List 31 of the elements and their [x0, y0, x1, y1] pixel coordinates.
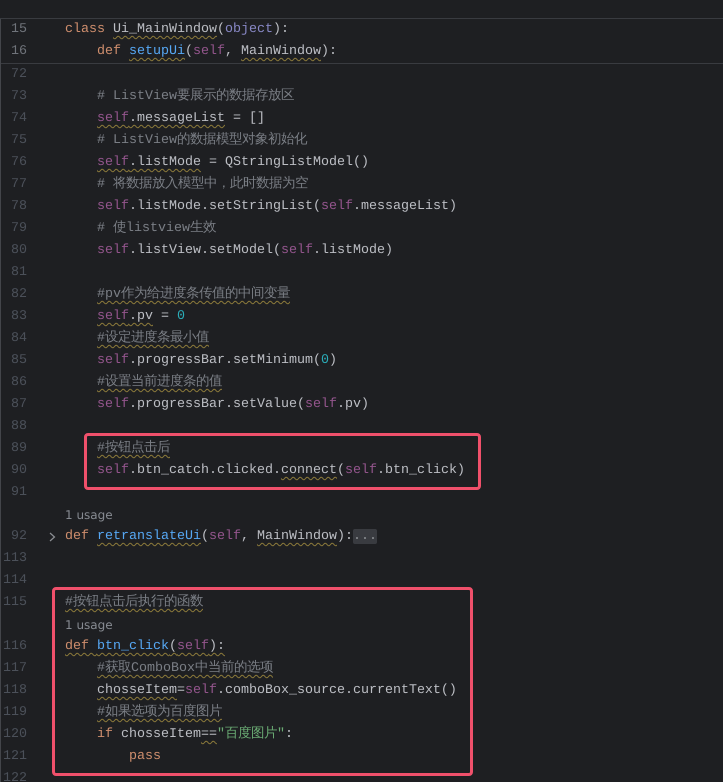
code-line: self.listView.setModel(self.listMode)	[97, 242, 393, 260]
usage-hint[interactable]: 1 usage	[65, 616, 113, 634]
code-line: def setupUi(self, MainWindow):	[97, 43, 337, 61]
code-line: #pv作为给进度条传值的中间变量	[97, 285, 290, 304]
code-line: def btn_click(self):	[65, 638, 225, 656]
fold-chevron-icon[interactable]	[49, 532, 56, 542]
code-line: self.listMode.setStringList(self.messageList)	[97, 198, 457, 216]
code-line: #设置当前进度条的值	[97, 373, 222, 392]
code-line: #按钮点击后执行的函数	[65, 593, 203, 612]
usage-hint[interactable]: 1 usage	[65, 506, 113, 524]
code-line: #设定进度条最小值	[97, 329, 209, 348]
code-line: self.progressBar.setMinimum(0)	[97, 352, 337, 370]
code-line: #如果选项为百度图片	[97, 703, 222, 722]
line-number: 15	[10, 21, 27, 39]
code-line: # ListView的数据模型对象初始化	[97, 131, 307, 150]
code-line: # ListView要展示的数据存放区	[97, 87, 294, 106]
code-line: self.btn_catch.clicked.connect(self.btn_click)	[97, 462, 465, 480]
code-line: # 使listview生效	[97, 219, 216, 238]
code-line: #按钮点击后	[97, 439, 170, 458]
code-line: pass	[129, 748, 161, 766]
code-line: class Ui_MainWindow(object):	[65, 21, 289, 39]
code-line: self.messageList = []	[97, 110, 265, 128]
line-number: 16	[10, 43, 27, 61]
code-line: self.listMode = QStringListModel()	[97, 154, 369, 172]
code-line: def retranslateUi(self, MainWindow):...	[65, 528, 377, 546]
code-line: # 将数据放入模型中，此时数据为空	[97, 175, 308, 194]
code-line: self.pv = 0	[97, 308, 185, 326]
code-line: #获取ComboBox中当前的选项	[97, 659, 273, 678]
code-line: if chosseItem=="百度图片":	[97, 725, 293, 744]
code-line: chosseItem=self.comboBox_source.currentText()	[97, 682, 457, 700]
code-line: self.progressBar.setValue(self.pv)	[97, 396, 369, 414]
